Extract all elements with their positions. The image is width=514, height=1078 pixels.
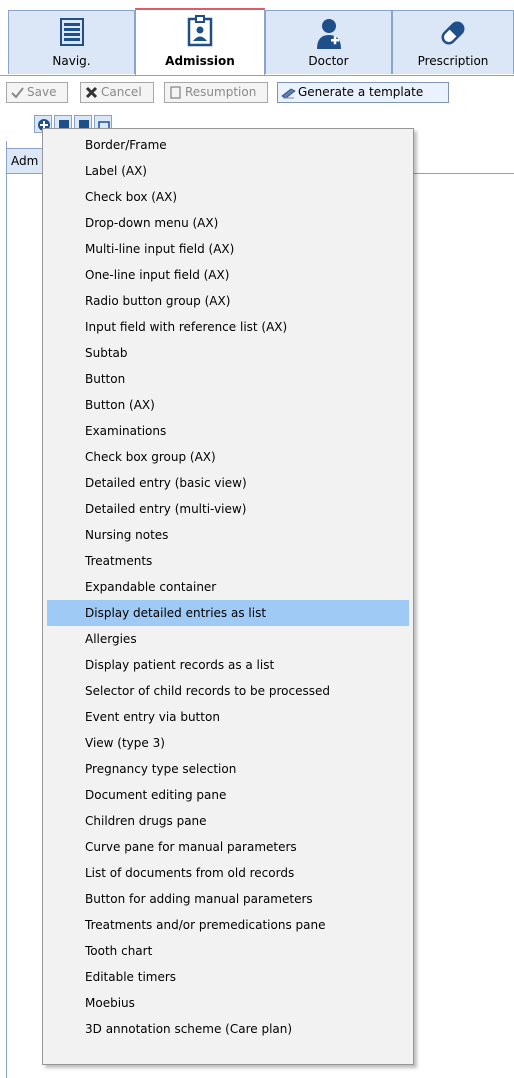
cancel-button[interactable]: Cancel xyxy=(80,82,154,103)
menu-item[interactable]: Subtab xyxy=(43,340,413,366)
menu-list-icon xyxy=(59,18,84,46)
tab-doctor[interactable]: Doctor xyxy=(265,10,392,74)
checkmark-icon xyxy=(11,87,24,99)
menu-item[interactable]: Display detailed entries as list xyxy=(47,600,409,626)
document-icon xyxy=(170,86,181,99)
menu-item[interactable]: Children drugs pane xyxy=(43,808,413,834)
tab-label: Prescription xyxy=(417,54,489,68)
generate-template-label: Generate a template xyxy=(298,85,424,99)
tab-label: Doctor xyxy=(308,54,349,68)
menu-item[interactable]: Button for adding manual parameters xyxy=(43,886,413,912)
generate-template-button[interactable]: Generate a template xyxy=(277,82,449,103)
resumption-button[interactable]: Resumption xyxy=(164,82,268,103)
menu-item[interactable]: Radio button group (AX) xyxy=(43,288,413,314)
template-icon xyxy=(281,88,296,99)
menu-item[interactable]: Button (AX) xyxy=(43,392,413,418)
resumption-label: Resumption xyxy=(185,85,257,99)
cancel-label: Cancel xyxy=(101,85,142,99)
menu-item[interactable]: Selector of child records to be processe… xyxy=(43,678,413,704)
id-badge-icon xyxy=(187,15,213,47)
action-toolbar: Save Cancel Resumption Generate a templa… xyxy=(0,80,514,106)
tab-bar: Navig. Admission Doctor Prescription xyxy=(0,0,514,76)
menu-item[interactable]: Label (AX) xyxy=(43,158,413,184)
menu-item[interactable]: Treatments xyxy=(43,548,413,574)
tab-admission[interactable]: Admission xyxy=(135,8,265,76)
menu-item[interactable]: Check box (AX) xyxy=(43,184,413,210)
tab-label: Admission xyxy=(165,54,235,68)
menu-item[interactable]: 3D annotation scheme (Care plan) xyxy=(43,1016,413,1042)
tab-prescription[interactable]: Prescription xyxy=(392,10,514,74)
menu-item[interactable]: Detailed entry (basic view) xyxy=(43,470,413,496)
menu-item[interactable]: Tooth chart xyxy=(43,938,413,964)
insert-element-menu: Border/Frame Label (AX) Check box (AX) Drop… xyxy=(42,128,414,1065)
menu-item[interactable]: Drop-down menu (AX) xyxy=(43,210,413,236)
subtab-label: Adm xyxy=(11,154,39,168)
menu-item[interactable]: Border/Frame xyxy=(43,132,413,158)
menu-item[interactable]: Display patient records as a list xyxy=(43,652,413,678)
pill-icon xyxy=(441,21,465,45)
close-icon xyxy=(85,86,98,99)
menu-item[interactable]: Examinations xyxy=(43,418,413,444)
menu-item[interactable]: Multi-line input field (AX) xyxy=(43,236,413,262)
menu-item[interactable]: Treatments and/or premedications pane xyxy=(43,912,413,938)
save-label: Save xyxy=(27,85,57,99)
menu-item[interactable]: Event entry via button xyxy=(43,704,413,730)
menu-item[interactable]: Nursing notes xyxy=(43,522,413,548)
menu-item[interactable]: Detailed entry (multi-view) xyxy=(43,496,413,522)
menu-item[interactable]: Curve pane for manual parameters xyxy=(43,834,413,860)
menu-item[interactable]: Document editing pane xyxy=(43,782,413,808)
menu-item[interactable]: Expandable container xyxy=(43,574,413,600)
menu-item[interactable]: One-line input field (AX) xyxy=(43,262,413,288)
tab-label: Navig. xyxy=(52,54,91,68)
menu-item[interactable]: Editable timers xyxy=(43,964,413,990)
tab-divider xyxy=(0,75,514,76)
menu-item[interactable]: View (type 3) xyxy=(43,730,413,756)
doctor-icon xyxy=(316,19,341,49)
menu-item[interactable]: Input field with reference list (AX) xyxy=(43,314,413,340)
menu-item[interactable]: Button xyxy=(43,366,413,392)
menu-item[interactable]: Pregnancy type selection xyxy=(43,756,413,782)
menu-item[interactable]: Moebius xyxy=(43,990,413,1016)
menu-list: Border/Frame Label (AX) Check box (AX) Drop… xyxy=(43,129,413,1042)
tab-navig[interactable]: Navig. xyxy=(8,10,135,74)
menu-item[interactable]: Allergies xyxy=(43,626,413,652)
menu-item[interactable]: Check box group (AX) xyxy=(43,444,413,470)
subtab-admission[interactable]: Adm xyxy=(6,148,46,174)
menu-item[interactable]: List of documents from old records xyxy=(43,860,413,886)
save-button[interactable]: Save xyxy=(6,82,68,103)
